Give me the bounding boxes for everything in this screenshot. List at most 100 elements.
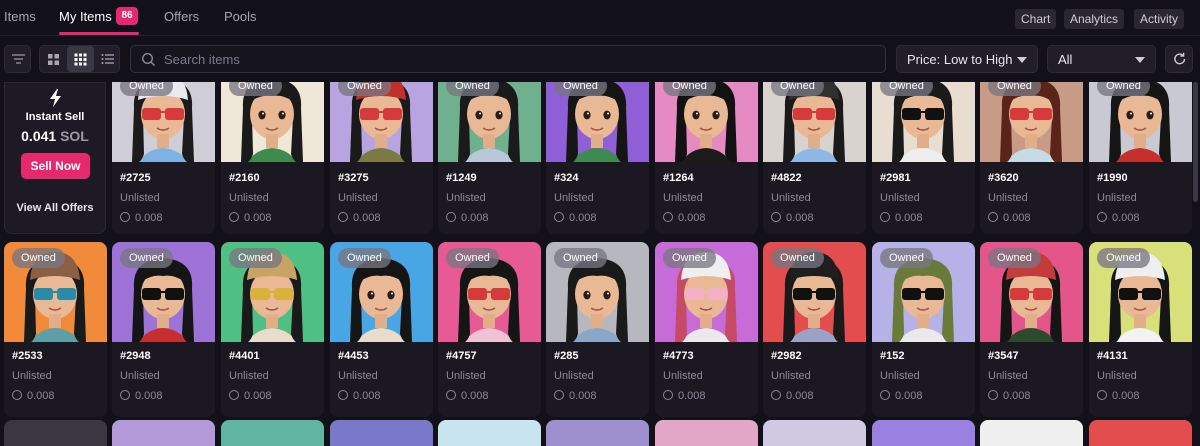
- search-icon: [141, 52, 155, 66]
- listing-status: Unlisted: [229, 192, 269, 204]
- nft-card[interactable]: Owned #4822 Unlisted 0.008: [763, 82, 866, 234]
- analytics-button[interactable]: Analytics: [1064, 9, 1125, 29]
- listing-status: Unlisted: [988, 192, 1028, 204]
- sort-dropdown[interactable]: Price: Low to High: [896, 45, 1038, 73]
- owned-badge: Owned: [446, 82, 499, 96]
- instant-sell-unit: SOL: [60, 128, 89, 144]
- nft-card[interactable]: Owned #4131 Unlisted 0.008: [1089, 242, 1192, 417]
- nft-name: #4131: [1097, 350, 1128, 362]
- refresh-button[interactable]: [1165, 45, 1193, 73]
- tab-my-items[interactable]: My Items: [59, 9, 112, 24]
- card-peek: [330, 420, 433, 446]
- nft-price: 0.008: [880, 390, 923, 402]
- list-view-button[interactable]: [94, 46, 121, 72]
- owned-badge: Owned: [120, 82, 173, 96]
- nft-name: #4773: [663, 350, 694, 362]
- nft-card[interactable]: Owned #324 Unlisted 0.008: [546, 82, 649, 234]
- listing-status: Unlisted: [1097, 192, 1137, 204]
- owned-badge: Owned: [1097, 248, 1150, 268]
- nft-card[interactable]: Owned #285 Unlisted 0.008: [546, 242, 649, 417]
- nft-card[interactable]: Owned #3275 Unlisted 0.008: [330, 82, 433, 234]
- nft-card[interactable]: Owned #3620 Unlisted 0.008: [980, 82, 1083, 234]
- nft-card[interactable]: Owned #2948 Unlisted 0.008: [112, 242, 215, 417]
- card-peek: [221, 420, 324, 446]
- tab-pools[interactable]: Pools: [224, 9, 257, 24]
- nft-name: #2981: [880, 172, 911, 184]
- nft-card[interactable]: Owned #2725 Unlisted 0.008: [112, 82, 215, 234]
- nft-card[interactable]: Owned #2160 Unlisted 0.008: [221, 82, 324, 234]
- nft-card[interactable]: Owned #2981 Unlisted 0.008: [872, 82, 975, 234]
- price-value: 0.008: [569, 390, 597, 402]
- owned-badge: Owned: [880, 82, 933, 96]
- large-grid-view-button[interactable]: [40, 46, 67, 72]
- grid-scrollbar[interactable]: [1193, 82, 1198, 202]
- nft-card[interactable]: Owned #4453 Unlisted 0.008: [330, 242, 433, 417]
- owned-badge: Owned: [663, 248, 716, 268]
- price-value: 0.008: [786, 390, 814, 402]
- nft-name: #2533: [12, 350, 43, 362]
- sol-coin-icon: [446, 212, 456, 222]
- card-peek: [1089, 420, 1192, 446]
- nft-price: 0.008: [663, 390, 706, 402]
- listing-status: Unlisted: [554, 192, 594, 204]
- card-peek: [112, 420, 215, 446]
- listing-status: Unlisted: [771, 370, 811, 382]
- nft-card[interactable]: Owned #4757 Unlisted 0.008: [438, 242, 541, 417]
- sol-coin-icon: [663, 212, 673, 222]
- search-input[interactable]: Search items: [130, 45, 886, 73]
- instant-sell-price: 0.041 SOL: [5, 128, 105, 144]
- price-value: 0.008: [27, 390, 55, 402]
- nft-price: 0.008: [554, 390, 597, 402]
- nft-card[interactable]: Owned #4401 Unlisted 0.008: [221, 242, 324, 417]
- instant-sell-amount: 0.041: [21, 128, 57, 144]
- price-value: 0.008: [786, 212, 814, 224]
- nft-card[interactable]: Owned #1264 Unlisted 0.008: [655, 82, 758, 234]
- listing-status: Unlisted: [12, 370, 52, 382]
- small-grid-view-button[interactable]: [67, 46, 94, 72]
- price-value: 0.008: [1112, 390, 1140, 402]
- nft-card[interactable]: Owned #2533 Unlisted 0.008: [4, 242, 107, 417]
- nft-name: #4453: [338, 350, 369, 362]
- nft-card[interactable]: Owned #1990 Unlisted 0.008: [1089, 82, 1192, 234]
- nft-card[interactable]: Owned #3547 Unlisted 0.008: [980, 242, 1083, 417]
- sell-now-button[interactable]: Sell Now: [21, 153, 90, 179]
- chart-button[interactable]: Chart: [1015, 9, 1057, 29]
- nft-card[interactable]: Owned #152 Unlisted 0.008: [872, 242, 975, 417]
- filter-button[interactable]: [4, 45, 31, 73]
- nft-price: 0.008: [120, 390, 163, 402]
- nft-price: 0.008: [988, 212, 1031, 224]
- chevron-down-icon: [1135, 57, 1145, 63]
- nft-price: 0.008: [771, 390, 814, 402]
- nft-name: #152: [880, 350, 905, 362]
- owned-badge: Owned: [229, 82, 282, 96]
- nft-card[interactable]: Owned #4773 Unlisted 0.008: [655, 242, 758, 417]
- tab-offers[interactable]: Offers: [164, 9, 199, 24]
- instant-sell-card: Instant Sell 0.041 SOL Sell Now View All…: [4, 82, 106, 234]
- sol-coin-icon: [988, 212, 998, 222]
- owned-badge: Owned: [1097, 82, 1150, 96]
- filter-lines-icon: [12, 54, 25, 64]
- owned-badge: Owned: [988, 82, 1041, 96]
- chevron-down-icon: [1017, 57, 1027, 63]
- status-filter-dropdown[interactable]: All: [1047, 45, 1156, 73]
- tab-items[interactable]: Items: [4, 9, 36, 24]
- view-toggle-group: [39, 45, 120, 73]
- sol-coin-icon: [338, 212, 348, 222]
- listing-status: Unlisted: [663, 370, 703, 382]
- price-value: 0.008: [895, 390, 923, 402]
- view-all-offers-link[interactable]: View All Offers: [5, 202, 105, 214]
- list-icon: [101, 54, 114, 64]
- price-value: 0.008: [135, 212, 163, 224]
- next-row-peek: [0, 420, 1200, 446]
- activity-button[interactable]: Activity: [1134, 9, 1185, 29]
- nft-name: #2948: [120, 350, 151, 362]
- nft-name: #3547: [988, 350, 1019, 362]
- price-value: 0.008: [135, 390, 163, 402]
- sol-coin-icon: [229, 212, 239, 222]
- nft-card[interactable]: Owned #1249 Unlisted 0.008: [438, 82, 541, 234]
- active-tab-indicator: [59, 32, 139, 35]
- card-peek: [4, 420, 107, 446]
- sol-coin-icon: [988, 390, 998, 400]
- nft-card[interactable]: Owned #2982 Unlisted 0.008: [763, 242, 866, 417]
- grid-2x2-icon: [48, 54, 59, 65]
